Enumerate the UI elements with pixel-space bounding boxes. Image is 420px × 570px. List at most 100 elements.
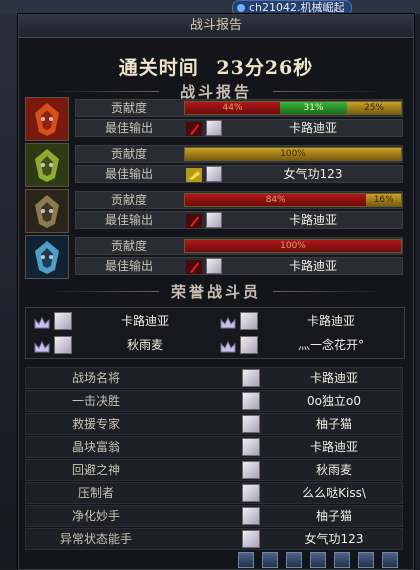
- award-row: 晶块富翁 卡路迪亚: [25, 436, 403, 458]
- crown-icon: [34, 338, 50, 353]
- award-title: 一击决胜: [71, 394, 120, 408]
- crown-icon: [220, 338, 236, 353]
- crown-icon: [34, 314, 50, 329]
- contribution-segment: 31%: [280, 102, 347, 114]
- award-title: 战场名将: [71, 371, 120, 385]
- dock-icon[interactable]: [358, 552, 374, 568]
- section-title-honor: 荣誉战斗员: [19, 281, 413, 301]
- boss-stats: 贡献度 100% 最佳输出 卡路迪亚: [75, 235, 403, 279]
- award-row: 战场名将 卡路迪亚: [25, 367, 403, 389]
- contribution-bar: 100%: [184, 147, 402, 161]
- best-output-line: 最佳输出 卡路迪亚: [75, 119, 403, 137]
- player-avatar: [206, 212, 222, 228]
- boss-fire-icon: [25, 97, 69, 141]
- honor-members-box: 卡路迪亚 卡路迪亚 秋雨麦 灬一念花开°: [25, 307, 405, 359]
- player-avatar: [206, 258, 222, 274]
- honor-member-name: 灬一念花开°: [297, 338, 364, 352]
- player-avatar: [54, 312, 72, 330]
- award-row: 一击决胜 0o独立o0: [25, 390, 403, 412]
- red-sword-icon: [186, 259, 202, 274]
- best-output-label: 最佳输出: [104, 121, 153, 135]
- award-player-name: 0o独立o0: [307, 394, 361, 408]
- dock-icon[interactable]: [334, 552, 350, 568]
- best-output-line: 最佳输出 卡路迪亚: [75, 257, 403, 275]
- player-avatar: [242, 484, 260, 502]
- clear-time-label: 通关时间: [118, 57, 199, 79]
- contribution-segment: 16%: [366, 194, 401, 206]
- award-player-name: 女气功123: [304, 532, 364, 546]
- chat-channel-text: ch21042.机械崛起: [249, 1, 345, 14]
- best-output-label: 最佳输出: [104, 259, 153, 273]
- contribution-line: 贡献度 44% 31% 25%: [75, 99, 403, 117]
- award-row: 异常状态能手 女气功123: [25, 528, 403, 550]
- award-title: 救援专家: [71, 417, 120, 431]
- contribution-label: 贡献度: [110, 239, 147, 253]
- best-output-player: 卡路迪亚: [184, 120, 402, 136]
- award-player-name: 么么哒Kiss\: [302, 486, 366, 500]
- honor-member[interactable]: 卡路迪亚: [30, 310, 216, 332]
- contribution-line: 贡献度 100%: [75, 237, 403, 255]
- contribution-segment: 25%: [346, 102, 401, 114]
- best-output-label: 最佳输出: [104, 167, 153, 181]
- contribution-bar: 84% 16%: [184, 193, 402, 207]
- award-title: 异常状态能手: [59, 532, 132, 546]
- contribution-segment: 84%: [185, 194, 367, 206]
- bottom-dock: [232, 552, 420, 568]
- contribution-bar: 100%: [184, 239, 402, 253]
- gold-gauntlet-icon: [186, 167, 202, 182]
- boss-row: 贡献度 84% 16% 最佳输出 卡路迪亚: [25, 189, 403, 233]
- player-avatar: [54, 336, 72, 354]
- best-output-name: 卡路迪亚: [288, 213, 337, 227]
- dock-icon[interactable]: [262, 552, 278, 568]
- contribution-label: 贡献度: [110, 101, 147, 115]
- award-player-name: 卡路迪亚: [309, 440, 358, 454]
- contribution-bar: 44% 31% 25%: [184, 101, 402, 115]
- honor-member-name: 卡路迪亚: [306, 314, 355, 328]
- award-row: 压制者 么么哒Kiss\: [25, 482, 403, 504]
- best-output-line: 最佳输出 女气功123: [75, 165, 403, 183]
- best-output-player: 女气功123: [184, 166, 402, 182]
- best-output-name: 女气功123: [283, 167, 343, 181]
- honor-member[interactable]: 卡路迪亚: [216, 310, 402, 332]
- best-output-player: 卡路迪亚: [184, 258, 402, 274]
- boss-row: 贡献度 100% 最佳输出 女气功123: [25, 143, 403, 187]
- award-title: 净化妙手: [71, 509, 120, 523]
- award-player-name: 柚子猫: [315, 509, 352, 523]
- player-avatar: [242, 369, 260, 387]
- dock-icon[interactable]: [382, 552, 398, 568]
- honor-member[interactable]: 灬一念花开°: [216, 334, 402, 356]
- boss-row: 贡献度 100% 最佳输出 卡路迪亚: [25, 235, 403, 279]
- window-title: 战斗报告: [19, 15, 413, 38]
- boss-row: 贡献度 44% 31% 25% 最佳输出 卡路迪亚: [25, 97, 403, 141]
- chat-bubble-icon: [237, 4, 245, 12]
- award-player-name: 秋雨麦: [315, 463, 352, 477]
- contribution-segment: 100%: [185, 240, 401, 252]
- contribution-label: 贡献度: [110, 147, 147, 161]
- best-output-name: 卡路迪亚: [288, 121, 337, 135]
- boss-stats: 贡献度 100% 最佳输出 女气功123: [75, 143, 403, 187]
- award-title: 压制者: [77, 486, 114, 500]
- boss-ice-icon: [25, 235, 69, 279]
- player-avatar: [242, 507, 260, 525]
- boss-stats: 贡献度 84% 16% 最佳输出 卡路迪亚: [75, 189, 403, 233]
- player-avatar: [240, 312, 258, 330]
- dock-icon[interactable]: [238, 552, 254, 568]
- contribution-segment: 44%: [185, 102, 281, 114]
- dock-icon[interactable]: [286, 552, 302, 568]
- player-avatar: [242, 530, 260, 548]
- award-row: 回避之神 秋雨麦: [25, 459, 403, 481]
- player-avatar: [242, 461, 260, 479]
- player-avatar: [242, 415, 260, 433]
- contribution-line: 贡献度 84% 16%: [75, 191, 403, 209]
- award-row: 净化妙手 柚子猫: [25, 505, 403, 527]
- boss-dark-icon: [25, 189, 69, 233]
- dock-icon[interactable]: [310, 552, 326, 568]
- player-avatar: [206, 120, 222, 136]
- player-avatar: [206, 166, 222, 182]
- contribution-line: 贡献度 100%: [75, 145, 403, 163]
- boss-stats: 贡献度 44% 31% 25% 最佳输出 卡路迪亚: [75, 97, 403, 141]
- honor-member[interactable]: 秋雨麦: [30, 334, 216, 356]
- player-avatar: [242, 392, 260, 410]
- award-player-name: 卡路迪亚: [309, 371, 358, 385]
- best-output-name: 卡路迪亚: [288, 259, 337, 273]
